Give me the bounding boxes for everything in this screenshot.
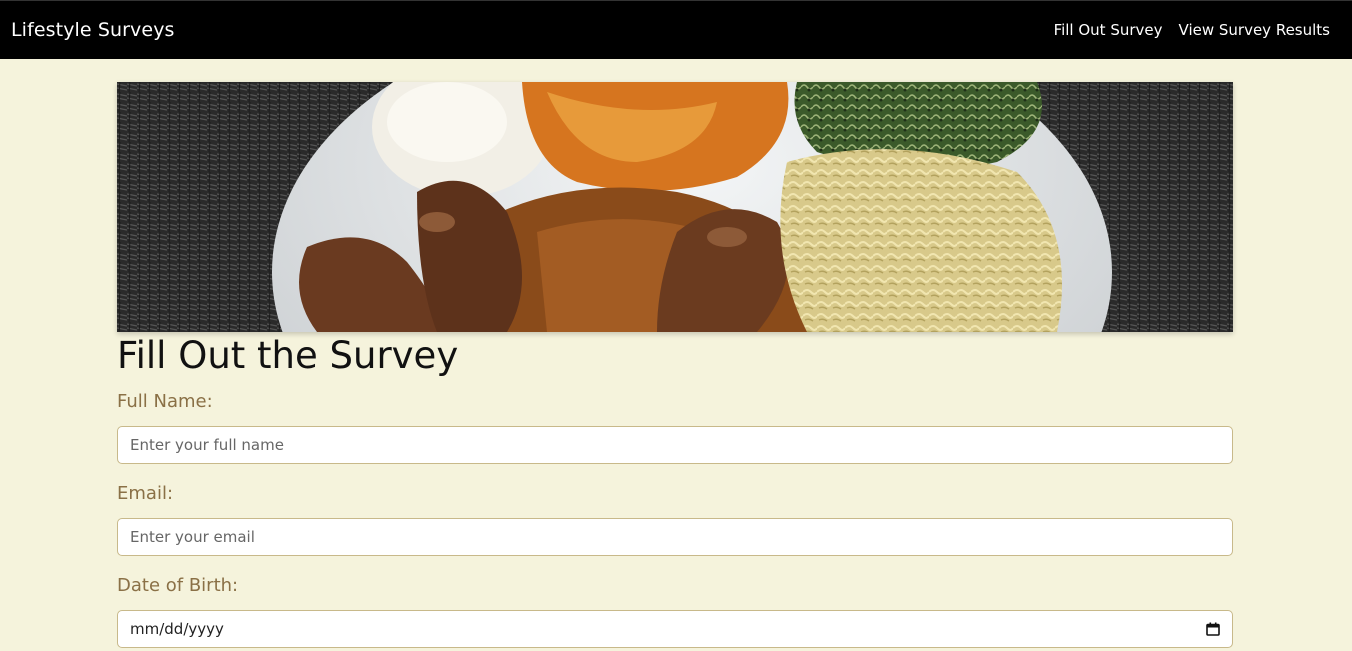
navbar: Lifestyle Surveys Fill Out Survey View S…: [0, 0, 1352, 59]
email-label: Email:: [117, 483, 174, 504]
dob-label: Date of Birth:: [117, 575, 239, 596]
brand-title[interactable]: Lifestyle Surveys: [11, 19, 175, 41]
full-name-input[interactable]: [117, 426, 1233, 464]
banner-image: [117, 82, 1233, 332]
food-plate-image: [117, 82, 1233, 332]
nav-link-view-survey-results[interactable]: View Survey Results: [1179, 21, 1330, 39]
email-input[interactable]: [117, 518, 1233, 556]
dob-placeholder: mm/dd/yyyy: [130, 620, 224, 638]
full-name-label: Full Name:: [117, 391, 213, 412]
calendar-icon[interactable]: [1206, 622, 1220, 636]
nav-link-fill-out-survey[interactable]: Fill Out Survey: [1054, 21, 1163, 39]
dob-input[interactable]: mm/dd/yyyy: [117, 610, 1233, 648]
nav-links: Fill Out Survey View Survey Results: [1054, 21, 1330, 39]
page-title: Fill Out the Survey: [117, 334, 459, 377]
